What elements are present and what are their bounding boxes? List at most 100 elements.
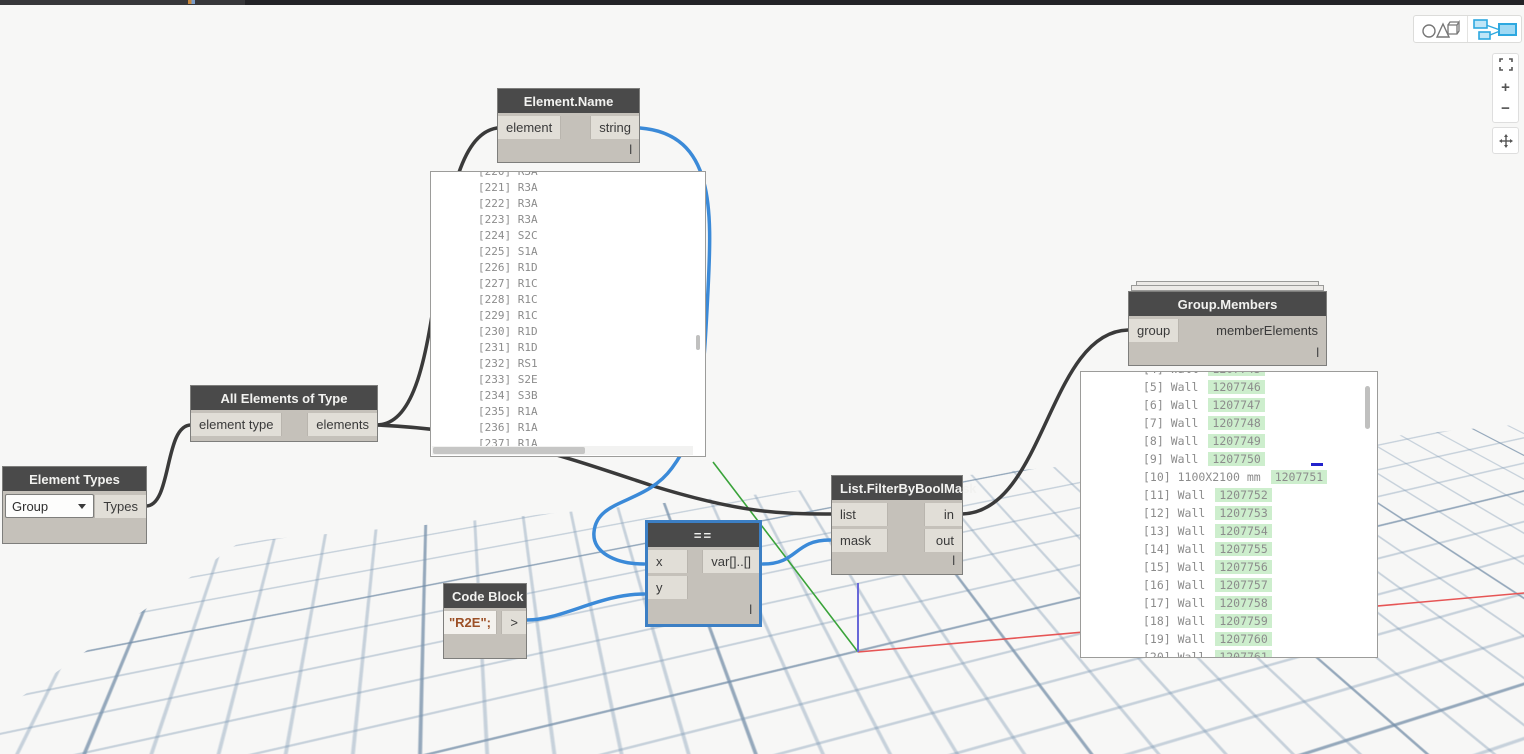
member-label: [19] Wall: [1143, 632, 1206, 646]
geometry-view-button[interactable]: [1414, 16, 1467, 42]
element-id-badge: 1207746: [1208, 380, 1265, 394]
preview-list-item: [228] R1C: [478, 293, 538, 306]
preview-list-item: [220] R3A: [478, 171, 538, 178]
pan-move-icon: [1498, 133, 1513, 148]
element-name-preview-panel[interactable]: [220] R3A [221] R3A [222] R3A [223] R3A [224…: [430, 171, 706, 457]
node-all-elements-of-type-title[interactable]: All Elements of Type: [191, 386, 377, 410]
member-label: [15] Wall: [1143, 560, 1206, 574]
element-id-badge: 1207749: [1208, 434, 1265, 448]
node-list-filterbyboolmask-title[interactable]: List.FilterByBoolMask: [832, 476, 977, 500]
preview-list-item: [226] R1D: [478, 261, 538, 274]
node-equals-title[interactable]: ==: [648, 523, 759, 547]
zoom-out-button[interactable]: −: [1493, 100, 1518, 118]
group-members-preview-panel[interactable]: [4] Wall 1207745 [5] Wall 1207746 [6] Wall 12…: [1080, 371, 1378, 658]
preview-list-item: [4] Wall 1207745: [1143, 372, 1377, 378]
element-id-badge: 1207756: [1215, 560, 1272, 574]
port-out-elements[interactable]: elements: [307, 413, 377, 436]
port-out-in[interactable]: in: [924, 503, 962, 526]
element-name-preview-list: [220] R3A [221] R3A [222] R3A [223] R3A [224…: [431, 171, 705, 452]
member-label: [11] Wall: [1143, 488, 1206, 502]
wire-types-to-elementtype[interactable]: [144, 423, 193, 508]
element-id-badge: 1207747: [1208, 398, 1265, 412]
member-label: [18] Wall: [1143, 614, 1206, 628]
port-out-string[interactable]: string: [590, 116, 639, 139]
preview-list-item: [223] R3A: [478, 213, 538, 226]
element-id-badge: 1207758: [1215, 596, 1272, 610]
code-block-code-text[interactable]: "R2E";: [444, 611, 497, 634]
preview-list-item: [12] Wall 1207753: [1143, 504, 1377, 522]
lacing-indicator[interactable]: |: [1316, 347, 1319, 358]
node-element-name-title[interactable]: Element.Name: [498, 89, 639, 113]
port-in-y[interactable]: y: [648, 576, 688, 599]
preview-list-item: [13] Wall 1207754: [1143, 522, 1377, 540]
zoom-in-button[interactable]: +: [1493, 79, 1518, 97]
preview-list-item: [235] R1A: [478, 405, 538, 418]
fit-view-button[interactable]: [1493, 58, 1518, 76]
port-in-list[interactable]: list: [832, 503, 888, 526]
preview-list-item: [19] Wall 1207760: [1143, 630, 1377, 648]
port-in-x[interactable]: x: [648, 550, 688, 573]
geometry-preview-icon: [1421, 19, 1460, 38]
lacing-indicator[interactable]: |: [629, 144, 632, 155]
element-id-badge: 1207761: [1215, 650, 1272, 657]
lacing-indicator[interactable]: |: [952, 555, 955, 566]
element-types-dropdown[interactable]: Group: [5, 494, 95, 518]
element-id-badge: 1207751: [1270, 470, 1328, 484]
member-label: [9] Wall: [1143, 452, 1199, 466]
preview-list-item: [8] Wall 1207749: [1143, 432, 1377, 450]
port-in-group[interactable]: group: [1129, 319, 1180, 342]
preview-horizontal-scrollbar-thumb[interactable]: [433, 447, 585, 454]
node-equals[interactable]: == x var[]..[] y |: [645, 520, 762, 627]
preview-list-item: [15] Wall 1207756: [1143, 558, 1377, 576]
preview-vertical-scrollbar[interactable]: [696, 335, 700, 350]
chevron-down-icon: [78, 504, 87, 509]
pan-button[interactable]: [1492, 127, 1519, 154]
preview-list-item: [16] Wall 1207757: [1143, 576, 1377, 594]
node-element-name[interactable]: Element.Name element string |: [497, 88, 640, 163]
member-label: [14] Wall: [1143, 542, 1206, 556]
graph-view-button[interactable]: [1467, 16, 1521, 42]
preview-list-item: [221] R3A: [478, 181, 538, 194]
port-out-memberelements[interactable]: memberElements: [1208, 319, 1326, 342]
member-label: [12] Wall: [1143, 506, 1206, 520]
port-out-out[interactable]: out: [924, 529, 962, 552]
preview-list-item: [14] Wall 1207755: [1143, 540, 1377, 558]
graph-view-icon: [1472, 19, 1517, 40]
view-toggle-group: [1413, 15, 1522, 43]
port-out-var[interactable]: var[]..[]: [702, 550, 759, 573]
node-all-elements-of-type[interactable]: All Elements of Type element type elemen…: [190, 385, 378, 442]
preview-list-item: [225] S1A: [478, 245, 538, 258]
blue-dash-marker: [1311, 463, 1323, 466]
preview-vertical-scrollbar[interactable]: [1365, 386, 1370, 429]
element-id-badge: 1207760: [1215, 632, 1272, 646]
port-out-types[interactable]: Types: [94, 494, 146, 518]
member-label: [20] Wall: [1143, 650, 1206, 658]
node-group-members[interactable]: Group.Members group memberElements |: [1128, 291, 1327, 366]
element-id-badge: 1207752: [1215, 488, 1272, 502]
group-members-preview-list: [4] Wall 1207745 [5] Wall 1207746 [6] Wall 12…: [1081, 372, 1377, 658]
node-group-members-title[interactable]: Group.Members: [1129, 292, 1326, 316]
port-in-element-type[interactable]: element type: [191, 413, 283, 436]
window-titlebar: [0, 0, 1524, 5]
node-element-types[interactable]: Element Types Group Types: [2, 466, 147, 544]
preview-list-item: [229] R1C: [478, 309, 538, 322]
element-types-dropdown-value: Group: [12, 498, 49, 514]
node-code-block-title[interactable]: Code Block: [444, 584, 526, 608]
node-code-block[interactable]: Code Block "R2E"; >: [443, 583, 527, 659]
port-in-mask[interactable]: mask: [832, 529, 888, 552]
titlebar-left-segment: [0, 0, 245, 5]
preview-list-item: [11] Wall 1207752: [1143, 486, 1377, 504]
titlebar-mini-icon: [188, 0, 195, 4]
member-label: [17] Wall: [1143, 596, 1206, 610]
lacing-indicator[interactable]: |: [749, 604, 752, 615]
element-id-badge: 1207748: [1208, 416, 1265, 430]
node-element-types-title[interactable]: Element Types: [3, 467, 146, 491]
preview-horizontal-scrollbar[interactable]: [432, 446, 693, 455]
preview-list-item: [17] Wall 1207758: [1143, 594, 1377, 612]
zoom-controls: + −: [1492, 53, 1519, 123]
node-list-filterbyboolmask[interactable]: List.FilterByBoolMask list in mask out |: [831, 475, 977, 575]
element-id-badge: 1207745: [1208, 372, 1265, 376]
port-in-element[interactable]: element: [498, 116, 562, 139]
preview-list-item: [234] S3B: [478, 389, 538, 402]
port-out-codeblock[interactable]: >: [501, 611, 526, 634]
